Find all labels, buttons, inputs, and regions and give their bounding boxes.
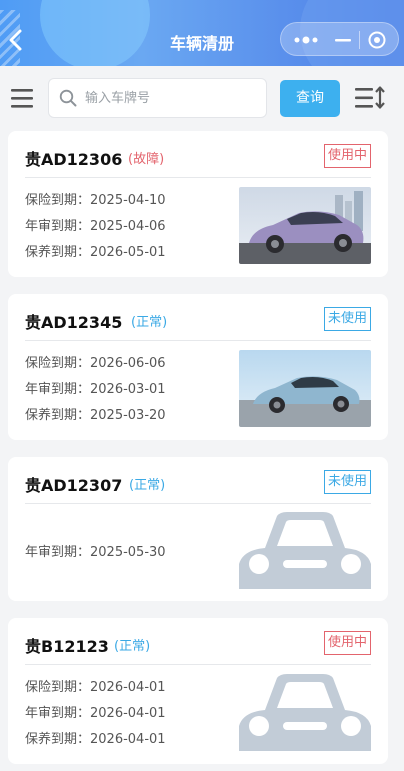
usage-badge: 未使用 (323, 470, 371, 494)
minimize-icon[interactable] (333, 33, 353, 47)
vehicle-plate: 贵B12123 (25, 637, 109, 656)
usage-badge: 使用中 (323, 144, 371, 168)
hamburger-menu-icon[interactable] (10, 86, 34, 110)
search-icon (59, 89, 77, 107)
insurance-expiry: 保险到期：2025-04-10 (25, 193, 166, 208)
vehicle-status: (正常) (131, 315, 168, 330)
usage-badge: 使用中 (323, 631, 371, 655)
vehicle-plate: 贵AD12307 (25, 476, 123, 495)
card-divider (25, 664, 371, 665)
query-button[interactable]: 查询 (280, 80, 340, 117)
capsule-divider (359, 31, 360, 49)
insurance-expiry: 保险到期：2026-04-01 (25, 680, 166, 695)
maintenance-expiry: 保养到期：2026-04-01 (25, 732, 166, 747)
inspection-expiry: 年审到期：2026-03-01 (25, 382, 166, 397)
inspection-expiry: 年审到期：2025-05-30 (25, 545, 166, 560)
card-divider (25, 177, 371, 178)
vehicle-plate: 贵AD12345 (25, 313, 123, 332)
car-placeholder-icon (239, 512, 371, 589)
vehicle-card[interactable]: 贵AD12306 (故障) 使用中 保险到期：2025-04-10 年审到期：2… (8, 131, 388, 277)
plate-search-input[interactable] (85, 79, 260, 117)
maintenance-expiry: 保养到期：2026-05-01 (25, 245, 166, 260)
inspection-expiry: 年审到期：2025-04-06 (25, 219, 166, 234)
search-box (48, 78, 267, 118)
vehicle-card[interactable]: 贵B12123 (正常) 使用中 保险到期：2026-04-01 年审到期：20… (8, 618, 388, 764)
vehicle-status: (正常) (129, 478, 166, 493)
card-divider (25, 503, 371, 504)
sort-list-icon[interactable] (354, 85, 386, 111)
more-dots-icon[interactable] (293, 33, 319, 47)
app-header: 车辆清册 (0, 0, 404, 66)
vehicle-card[interactable]: 贵AD12345 (正常) 未使用 保险到期：2026-06-06 年审到期：2… (8, 294, 388, 440)
car-placeholder-icon (239, 674, 371, 751)
card-divider (25, 340, 371, 341)
close-circle-icon[interactable] (367, 30, 387, 50)
inspection-expiry: 年审到期：2026-04-01 (25, 706, 166, 721)
blue-sedan-photo (239, 350, 371, 427)
miniprogram-capsule (280, 22, 399, 56)
usage-badge: 未使用 (323, 307, 371, 331)
maintenance-expiry: 保养到期：2025-03-20 (25, 408, 166, 423)
vehicle-status: (正常) (114, 639, 151, 654)
vehicle-status: (故障) (128, 152, 165, 167)
purple-sedan-photo (239, 187, 371, 264)
vehicle-plate: 贵AD12306 (25, 150, 123, 169)
insurance-expiry: 保险到期：2026-06-06 (25, 356, 166, 371)
vehicle-card[interactable]: 贵AD12307 (正常) 未使用 年审到期：2025-05-30 (8, 457, 388, 601)
